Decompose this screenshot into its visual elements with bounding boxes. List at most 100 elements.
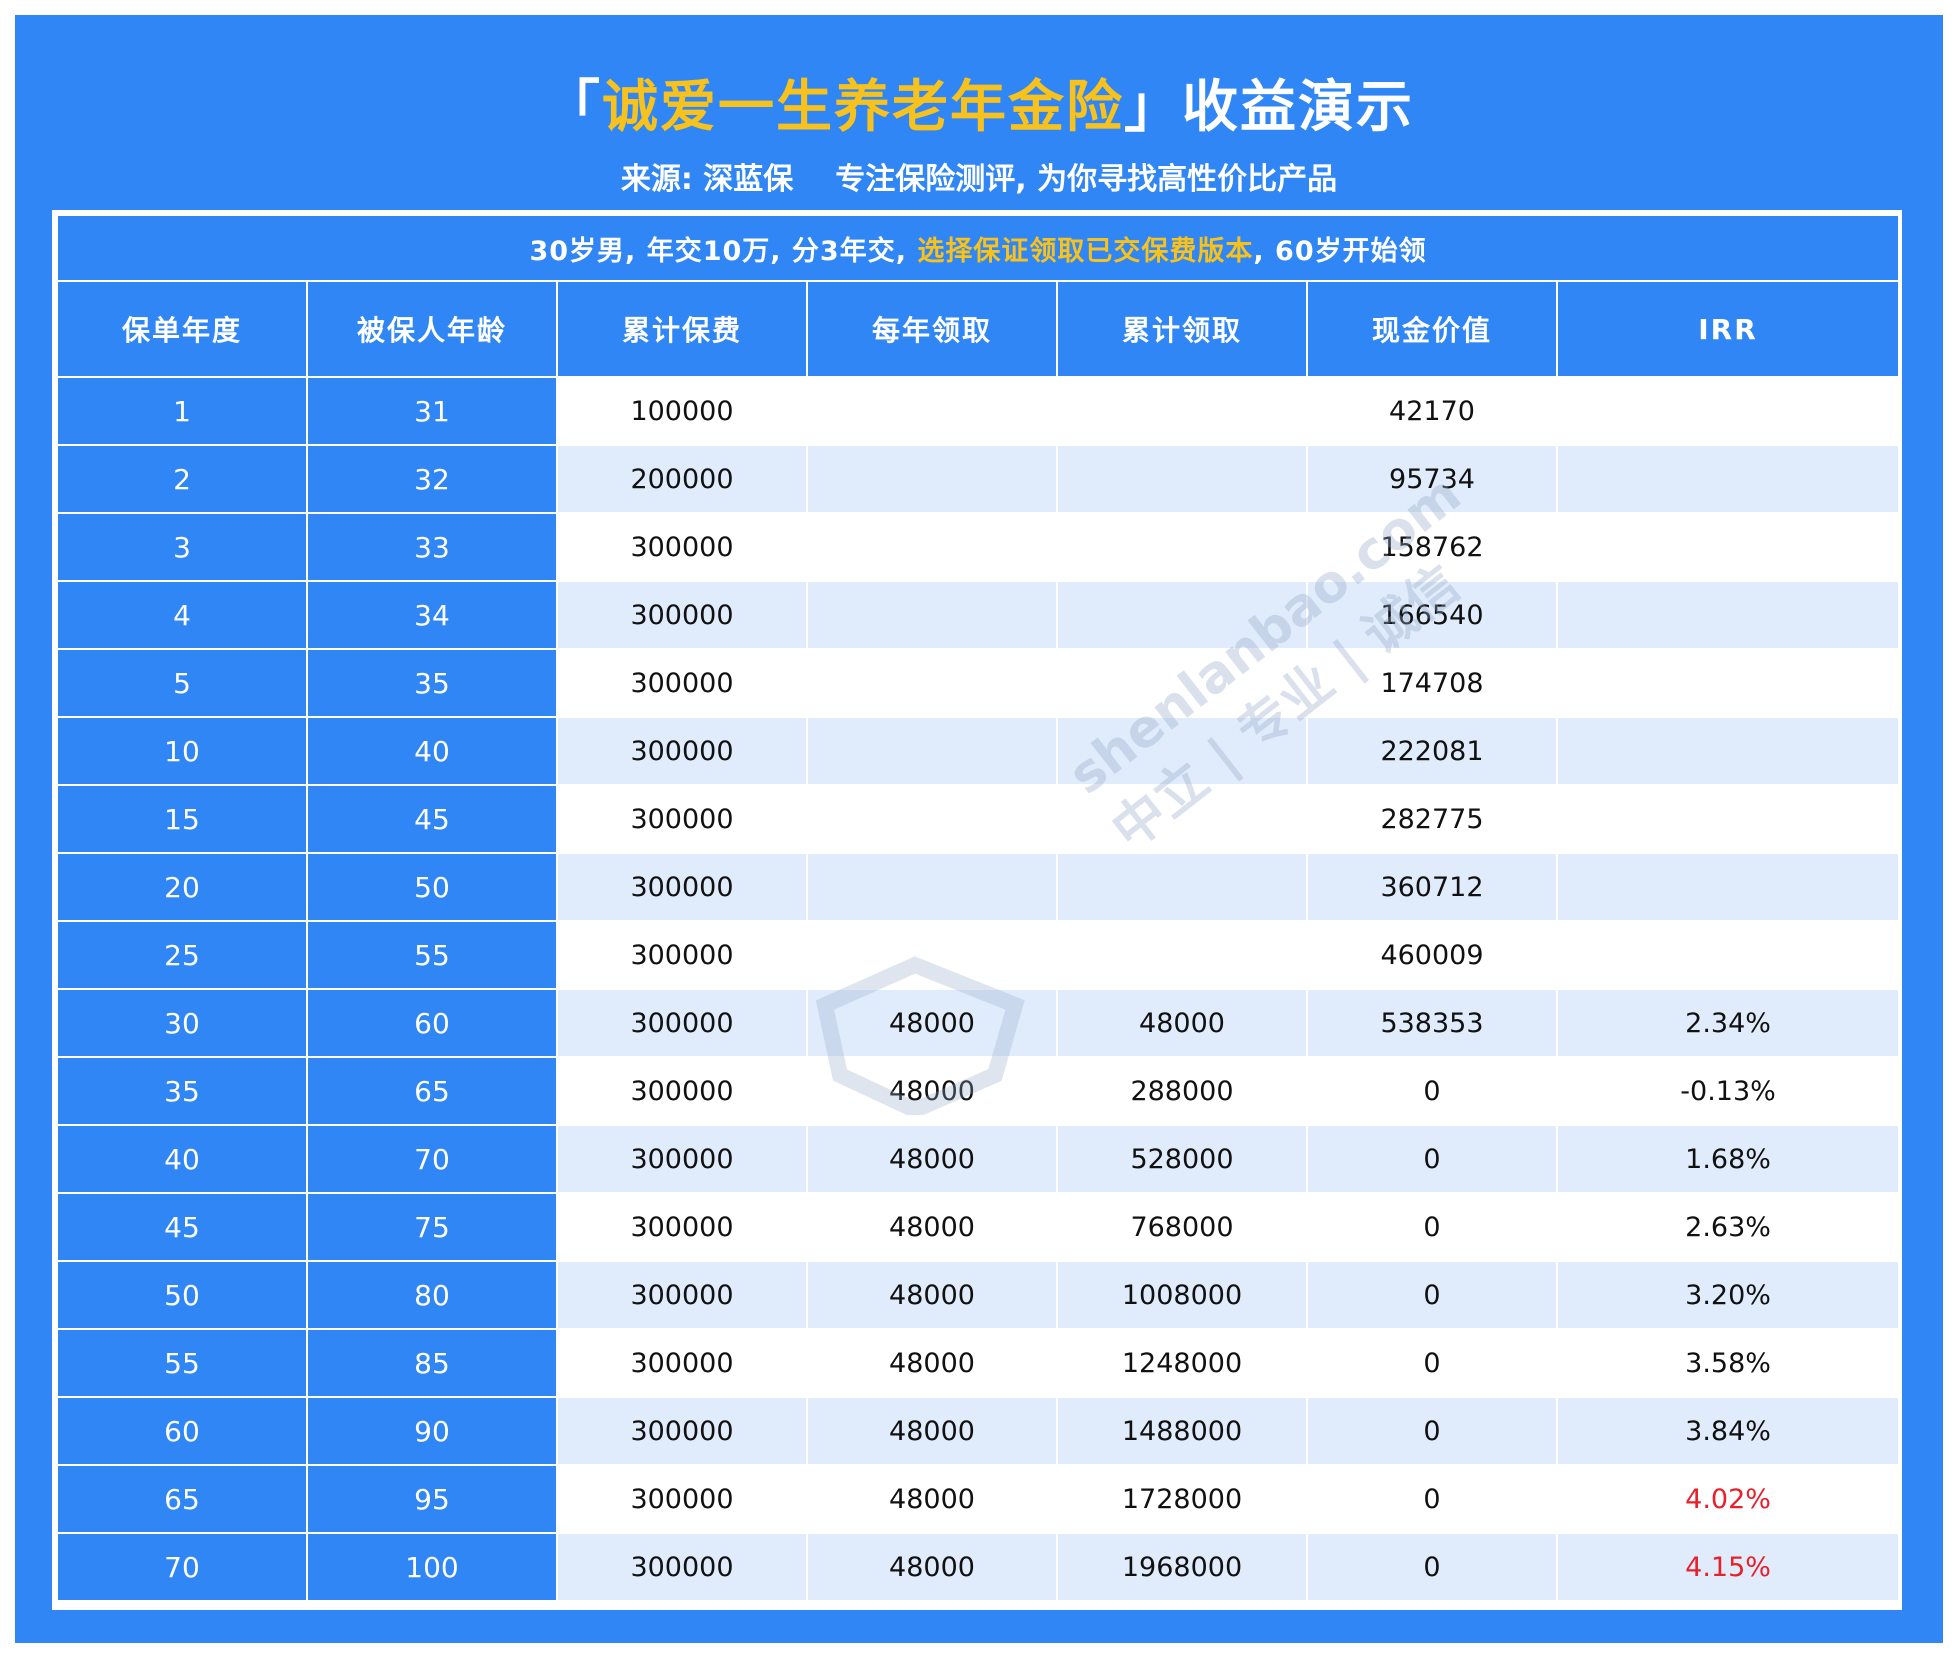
cell-cumulative-premium: 100000 (556, 376, 808, 446)
cell-annual-payout: 48000 (806, 1124, 1058, 1194)
cell-cumulative-premium: 300000 (556, 580, 808, 650)
cell-policy-year: 55 (56, 1328, 308, 1398)
table-row: 2 32 200000 95734 (56, 444, 1901, 514)
cell-irr: 3.20% (1555, 1260, 1901, 1330)
cell-insured-age: 70 (306, 1124, 558, 1194)
cell-cash-value: 0 (1306, 1260, 1558, 1330)
subtitle-slogan: 专注保险测评, 为你寻找高性价比产品 (835, 162, 1338, 197)
cell-cash-value: 42170 (1306, 376, 1558, 446)
cell-cumulative-premium: 300000 (556, 512, 808, 582)
header-cash-value: 现金价值 (1306, 280, 1558, 378)
cell-cumulative-premium: 300000 (556, 1328, 808, 1398)
cell-annual-payout (806, 580, 1058, 650)
cell-annual-payout: 48000 (806, 1056, 1058, 1126)
cell-cumulative-payout (1056, 512, 1308, 582)
cell-irr: 1.68% (1555, 1124, 1901, 1194)
cell-cash-value: 360712 (1306, 852, 1558, 922)
cell-annual-payout (806, 648, 1058, 718)
cell-cumulative-premium: 300000 (556, 1464, 808, 1534)
cell-insured-age: 50 (306, 852, 558, 922)
cell-policy-year: 70 (56, 1532, 308, 1602)
title-close-bracket: 」 (1124, 75, 1182, 140)
cell-irr (1555, 716, 1901, 786)
cell-policy-year: 3 (56, 512, 308, 582)
header-annual-payout: 每年领取 (806, 280, 1058, 378)
cell-insured-age: 55 (306, 920, 558, 990)
cell-irr: 2.63% (1555, 1192, 1901, 1262)
cell-policy-year: 15 (56, 784, 308, 854)
cell-policy-year: 40 (56, 1124, 308, 1194)
title-suffix: 收益演示 (1182, 75, 1414, 140)
cell-cumulative-premium: 300000 (556, 1056, 808, 1126)
cell-cumulative-premium: 300000 (556, 716, 808, 786)
table-row: 10 40 300000 222081 (56, 716, 1901, 786)
cell-annual-payout: 48000 (806, 1532, 1058, 1602)
cell-irr (1555, 648, 1901, 718)
table-container: 30岁男, 年交10万, 分3年交, 选择保证领取已交保费版本, 60岁开始领 … (52, 210, 1902, 1610)
cell-cumulative-payout: 528000 (1056, 1124, 1308, 1194)
cell-cumulative-payout (1056, 580, 1308, 650)
cell-cash-value: 95734 (1306, 444, 1558, 514)
caption-part1: 30岁男, 年交10万, 分3年交, (529, 235, 918, 267)
cell-cumulative-payout (1056, 376, 1308, 446)
cell-cumulative-payout (1056, 852, 1308, 922)
cell-cash-value: 0 (1306, 1192, 1558, 1262)
cell-cumulative-premium: 300000 (556, 648, 808, 718)
cell-cash-value: 0 (1306, 1464, 1558, 1534)
cell-cumulative-premium: 300000 (556, 920, 808, 990)
cell-cash-value: 0 (1306, 1396, 1558, 1466)
cell-insured-age: 31 (306, 376, 558, 446)
cell-irr (1555, 852, 1901, 922)
cell-cumulative-payout: 1968000 (1056, 1532, 1308, 1602)
cell-cash-value: 0 (1306, 1124, 1558, 1194)
cell-policy-year: 65 (56, 1464, 308, 1534)
cell-cumulative-payout: 768000 (1056, 1192, 1308, 1262)
table-row: 60 90 300000 48000 1488000 0 3.84% (56, 1396, 1901, 1466)
cell-cumulative-premium: 300000 (556, 1192, 808, 1262)
table-row: 4 34 300000 166540 (56, 580, 1901, 650)
table-header-row: 保单年度 被保人年龄 累计保费 每年领取 累计领取 现金价值 IRR (56, 280, 1901, 378)
cell-cumulative-payout (1056, 920, 1308, 990)
cell-annual-payout (806, 716, 1058, 786)
cell-irr (1555, 444, 1901, 514)
cell-cumulative-premium: 300000 (556, 784, 808, 854)
table-row: 30 60 300000 48000 48000 538353 2.34% (56, 988, 1901, 1058)
cell-insured-age: 95 (306, 1464, 558, 1534)
page-frame: 「诚爱一生养老年金险」收益演示 来源: 深蓝保 专注保险测评, 为你寻找高性价比产… (15, 15, 1943, 1643)
cell-annual-payout: 48000 (806, 1396, 1058, 1466)
cell-cumulative-premium: 200000 (556, 444, 808, 514)
table-row: 40 70 300000 48000 528000 0 1.68% (56, 1124, 1901, 1194)
cell-insured-age: 75 (306, 1192, 558, 1262)
cell-annual-payout: 48000 (806, 1260, 1058, 1330)
table-row: 20 50 300000 360712 (56, 852, 1901, 922)
cell-policy-year: 50 (56, 1260, 308, 1330)
header-irr: IRR (1555, 280, 1901, 378)
cell-irr: -0.13% (1555, 1056, 1901, 1126)
caption-part2: , 60岁开始领 (1253, 235, 1427, 267)
cell-irr: 4.15% (1555, 1532, 1901, 1602)
cell-insured-age: 45 (306, 784, 558, 854)
cell-cash-value: 0 (1306, 1056, 1558, 1126)
cell-cumulative-payout (1056, 784, 1308, 854)
benefit-table: 30岁男, 年交10万, 分3年交, 选择保证领取已交保费版本, 60岁开始领 … (55, 214, 1901, 1602)
cell-insured-age: 40 (306, 716, 558, 786)
page-title: 「诚爱一生养老年金险」收益演示 (15, 73, 1943, 143)
cell-policy-year: 4 (56, 580, 308, 650)
cell-insured-age: 100 (306, 1532, 558, 1602)
cell-cumulative-premium: 300000 (556, 988, 808, 1058)
cell-cash-value: 460009 (1306, 920, 1558, 990)
cell-cumulative-payout: 288000 (1056, 1056, 1308, 1126)
cell-insured-age: 90 (306, 1396, 558, 1466)
cell-insured-age: 35 (306, 648, 558, 718)
cell-irr (1555, 784, 1901, 854)
cell-insured-age: 65 (306, 1056, 558, 1126)
cell-cumulative-payout (1056, 444, 1308, 514)
cell-annual-payout: 48000 (806, 1464, 1058, 1534)
cell-insured-age: 85 (306, 1328, 558, 1398)
cell-irr: 2.34% (1555, 988, 1901, 1058)
cell-insured-age: 60 (306, 988, 558, 1058)
table-row: 5 35 300000 174708 (56, 648, 1901, 718)
page-subtitle: 来源: 深蓝保 专注保险测评, 为你寻找高性价比产品 (15, 160, 1943, 200)
cell-annual-payout: 48000 (806, 1192, 1058, 1262)
cell-cash-value: 166540 (1306, 580, 1558, 650)
